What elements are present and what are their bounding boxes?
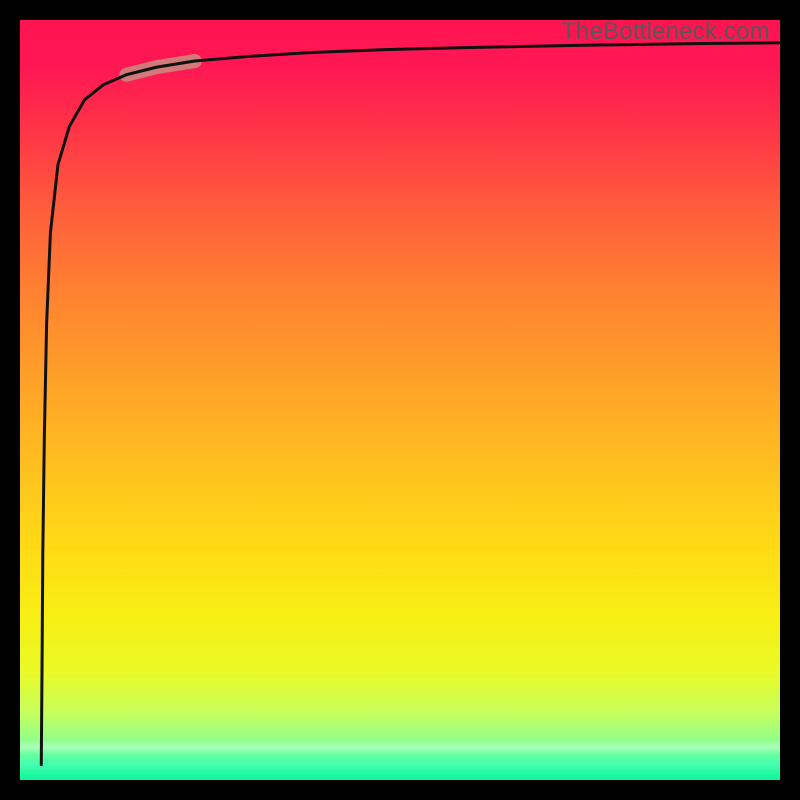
bottleneck-curve [41, 43, 780, 765]
chart-frame: TheBottleneck.com [0, 0, 800, 800]
curve-layer [20, 20, 780, 780]
plot-area: TheBottleneck.com [20, 20, 780, 780]
